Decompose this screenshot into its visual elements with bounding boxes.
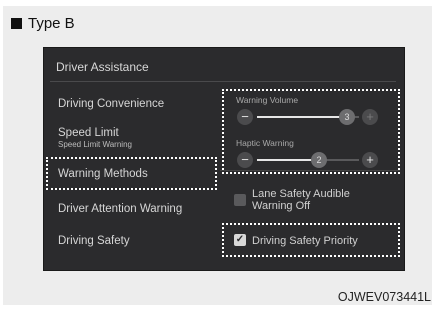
haptic-warning-track[interactable] <box>257 159 359 161</box>
driving-safety-priority-checkbox[interactable]: ✓ <box>234 234 246 246</box>
panel-divider <box>220 170 400 171</box>
haptic-warning-plus-button[interactable]: + <box>362 152 378 168</box>
warning-volume-knob[interactable]: 3 <box>339 109 355 125</box>
lane-safety-label: Lane Safety Audible Warning Off <box>252 188 350 212</box>
haptic-warning-fill <box>257 159 319 161</box>
menu-item-driver-attention-warning[interactable]: Driver Attention Warning <box>58 203 182 215</box>
haptic-warning-knob[interactable]: 2 <box>311 152 327 168</box>
type-label-text: Type B <box>28 15 75 32</box>
warning-volume-fill <box>257 116 349 118</box>
haptic-warning-minus-button[interactable]: − <box>237 152 253 168</box>
warning-volume-minus-button[interactable]: − <box>237 109 253 125</box>
menu-item-label: Driving Convenience <box>58 98 165 110</box>
driving-safety-priority-label: Driving Safety Priority <box>252 235 358 247</box>
warning-volume-label: Warning Volume <box>236 95 299 105</box>
menu-item-sublabel: Speed Limit Warning <box>58 140 132 149</box>
menu-item-label: Speed Limit <box>58 127 119 139</box>
menu-item-speed-limit[interactable]: Speed Limit Speed Limit Warning <box>58 127 132 149</box>
figure-caption: OJWEV073441L <box>337 290 431 304</box>
warning-volume-plus-button[interactable]: + <box>362 109 378 125</box>
screen-title: Driver Assistance <box>56 60 149 74</box>
square-bullet-icon <box>11 18 22 29</box>
title-divider <box>50 81 396 82</box>
driver-assistance-screen: Driver Assistance Driving Convenience Sp… <box>43 47 405 271</box>
haptic-warning-label: Haptic Warning <box>236 138 294 148</box>
menu-item-label: Driver Attention Warning <box>58 203 183 215</box>
menu-item-driving-safety[interactable]: Driving Safety <box>58 235 130 247</box>
warning-methods-highlight <box>46 157 217 190</box>
lane-safety-checkbox[interactable] <box>234 194 246 206</box>
menu-item-label: Driving Safety <box>58 235 130 247</box>
type-label: Type B <box>11 15 75 32</box>
menu-item-driving-convenience[interactable]: Driving Convenience <box>58 98 164 110</box>
